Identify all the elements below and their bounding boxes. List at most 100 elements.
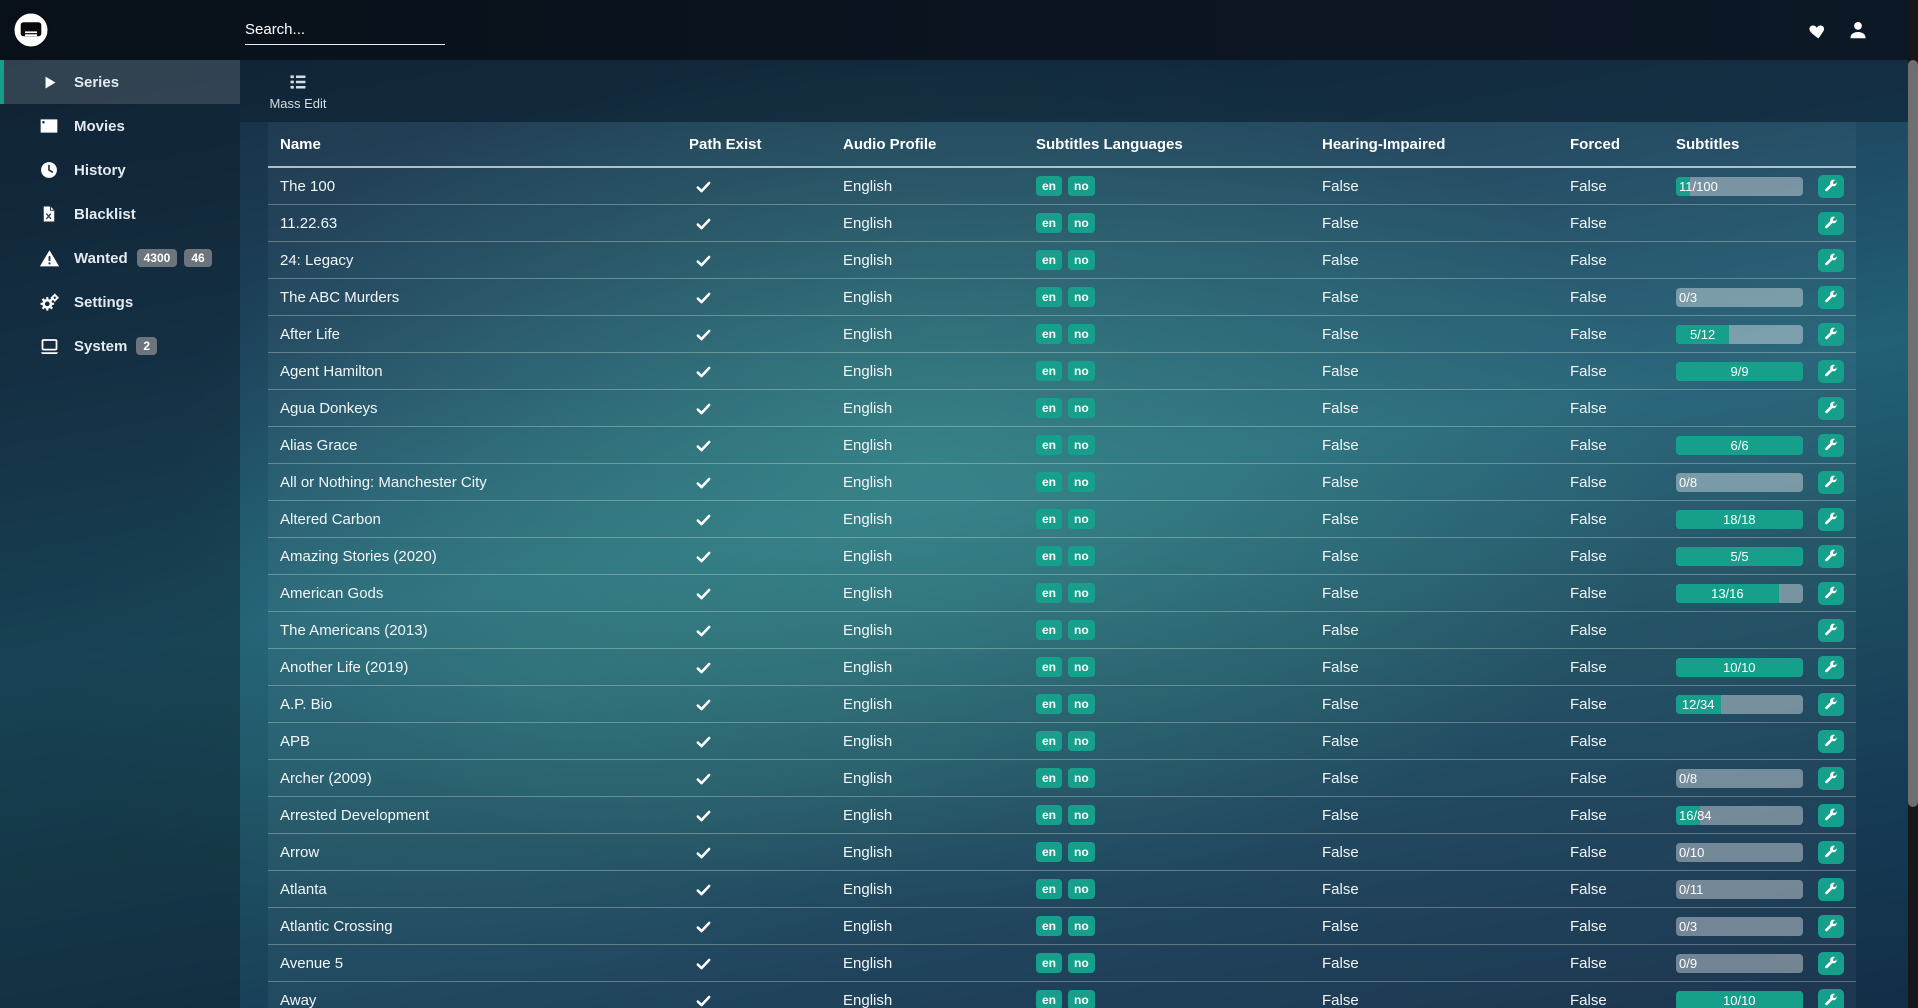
main-content: Mass Edit Name Path Exist Audio Profile Sub… bbox=[240, 60, 1918, 1008]
heart-icon[interactable] bbox=[1806, 18, 1830, 42]
edit-series-button[interactable] bbox=[1818, 470, 1844, 494]
edit-series-button[interactable] bbox=[1818, 174, 1844, 198]
series-name-link[interactable]: Agent Hamilton bbox=[280, 363, 383, 380]
series-name-link[interactable]: Alias Grace bbox=[280, 437, 358, 454]
edit-series-button[interactable] bbox=[1818, 914, 1844, 938]
sidebar-item-wanted[interactable]: Wanted 4300 46 bbox=[0, 236, 240, 280]
search-input[interactable] bbox=[245, 15, 445, 45]
edit-series-button[interactable] bbox=[1818, 285, 1844, 309]
table-row[interactable]: Arrow English en no False False 0/10 bbox=[268, 834, 1856, 871]
edit-series-button[interactable] bbox=[1818, 729, 1844, 753]
series-name-cell: Away bbox=[268, 992, 689, 1008]
clock-icon bbox=[38, 159, 60, 181]
series-name-link[interactable]: Away bbox=[280, 992, 316, 1008]
series-name-cell: After Life bbox=[268, 326, 689, 343]
edit-series-button[interactable] bbox=[1818, 581, 1844, 605]
scrollbar-thumb[interactable] bbox=[1908, 60, 1918, 807]
path-exist-cell bbox=[689, 659, 843, 676]
series-name-link[interactable]: Agua Donkeys bbox=[280, 400, 378, 417]
series-name-link[interactable]: Archer (2009) bbox=[280, 770, 372, 787]
table-row[interactable]: APB English en no False False bbox=[268, 723, 1856, 760]
series-name-link[interactable]: Avenue 5 bbox=[280, 955, 343, 972]
series-name-link[interactable]: After Life bbox=[280, 326, 340, 343]
series-name-link[interactable]: The Americans (2013) bbox=[280, 622, 428, 639]
sidebar-item-movies[interactable]: Movies bbox=[0, 104, 240, 148]
edit-series-button[interactable] bbox=[1818, 618, 1844, 642]
table-row[interactable]: American Gods English en no False False 13/16 bbox=[268, 575, 1856, 612]
edit-series-button[interactable] bbox=[1818, 248, 1844, 272]
table-row[interactable]: All or Nothing: Manchester City English en… bbox=[268, 464, 1856, 501]
series-name-link[interactable]: The ABC Murders bbox=[280, 289, 399, 306]
table-row[interactable]: Atlantic Crossing English en no False False 0/… bbox=[268, 908, 1856, 945]
table-row[interactable]: Atlanta English en no False False 0/11 bbox=[268, 871, 1856, 908]
table-row[interactable]: After Life English en no False False 5/12 bbox=[268, 316, 1856, 353]
table-row[interactable]: 11.22.63 English en no False False bbox=[268, 205, 1856, 242]
edit-series-button[interactable] bbox=[1818, 951, 1844, 975]
sidebar-item-system[interactable]: System 2 bbox=[0, 324, 240, 368]
path-exist-cell bbox=[689, 252, 843, 269]
table-row[interactable]: The ABC Murders English en no False False 0/3 bbox=[268, 279, 1856, 316]
sidebar-item-settings[interactable]: Settings bbox=[0, 280, 240, 324]
series-name-link[interactable]: American Gods bbox=[280, 585, 383, 602]
series-name-link[interactable]: 11.22.63 bbox=[280, 215, 337, 232]
table-row[interactable]: Altered Carbon English en no False False 18/18 bbox=[268, 501, 1856, 538]
series-name-link[interactable]: Amazing Stories (2020) bbox=[280, 548, 437, 565]
series-name-link[interactable]: A.P. Bio bbox=[280, 696, 332, 713]
edit-series-button[interactable] bbox=[1818, 322, 1844, 346]
progress-label: 10/10 bbox=[1723, 659, 1756, 675]
edit-series-button[interactable] bbox=[1818, 507, 1844, 531]
series-name-link[interactable]: 24: Legacy bbox=[280, 252, 353, 269]
bazarr-logo-icon[interactable] bbox=[13, 12, 49, 48]
path-exist-cell bbox=[689, 585, 843, 602]
series-name-link[interactable]: Atlanta bbox=[280, 881, 327, 898]
series-name-link[interactable]: Altered Carbon bbox=[280, 511, 381, 528]
actions-cell bbox=[1812, 433, 1856, 457]
forced-cell: False bbox=[1570, 399, 1607, 417]
table-row[interactable]: 24: Legacy English en no False False bbox=[268, 242, 1856, 279]
subtitles-progress-bar: 5/5 bbox=[1676, 546, 1803, 566]
table-row[interactable]: Agent Hamilton English en no False False 9/9 bbox=[268, 353, 1856, 390]
sidebar-item-blacklist[interactable]: Blacklist bbox=[0, 192, 240, 236]
table-row[interactable]: The Americans (2013) English en no False Fals… bbox=[268, 612, 1856, 649]
hearing-impaired-cell: False bbox=[1322, 288, 1359, 306]
table-row[interactable]: Away English en no False False 10/10 bbox=[268, 982, 1856, 1008]
table-row[interactable]: Alias Grace English en no False False 6/6 bbox=[268, 427, 1856, 464]
series-name-link[interactable]: Atlantic Crossing bbox=[280, 918, 393, 935]
table-row[interactable]: The 100 English en no False False 11/100 bbox=[268, 168, 1856, 205]
edit-series-button[interactable] bbox=[1818, 840, 1844, 864]
progress-label: 11/100 bbox=[1679, 178, 1718, 194]
table-row[interactable]: Amazing Stories (2020) English en no False Fa… bbox=[268, 538, 1856, 575]
check-icon bbox=[695, 511, 712, 528]
series-name-link[interactable]: All or Nothing: Manchester City bbox=[280, 474, 487, 491]
sidebar-item-label: Wanted bbox=[74, 249, 128, 267]
mass-edit-button[interactable]: Mass Edit bbox=[266, 65, 330, 117]
table-row[interactable]: Avenue 5 English en no False False 0/9 bbox=[268, 945, 1856, 982]
table-row[interactable]: Another Life (2019) English en no False False… bbox=[268, 649, 1856, 686]
check-icon bbox=[695, 252, 712, 269]
edit-series-button[interactable] bbox=[1818, 988, 1844, 1008]
edit-series-button[interactable] bbox=[1818, 544, 1844, 568]
edit-series-button[interactable] bbox=[1818, 359, 1844, 383]
table-row[interactable]: Agua Donkeys English en no False False bbox=[268, 390, 1856, 427]
series-name-link[interactable]: Arrow bbox=[280, 844, 319, 861]
series-name-link[interactable]: APB bbox=[280, 733, 310, 750]
edit-series-button[interactable] bbox=[1818, 211, 1844, 235]
table-row[interactable]: Archer (2009) English en no False False 0/8 bbox=[268, 760, 1856, 797]
edit-series-button[interactable] bbox=[1818, 655, 1844, 679]
scrollbar[interactable] bbox=[1908, 0, 1918, 1008]
sidebar-item-history[interactable]: History bbox=[0, 148, 240, 192]
edit-series-button[interactable] bbox=[1818, 766, 1844, 790]
series-name-link[interactable]: Another Life (2019) bbox=[280, 659, 408, 676]
table-row[interactable]: Arrested Development English en no False Fals… bbox=[268, 797, 1856, 834]
series-name-link[interactable]: The 100 bbox=[280, 178, 335, 195]
series-name-link[interactable]: Arrested Development bbox=[280, 807, 429, 824]
edit-series-button[interactable] bbox=[1818, 396, 1844, 420]
edit-series-button[interactable] bbox=[1818, 433, 1844, 457]
actions-cell bbox=[1812, 951, 1856, 975]
edit-series-button[interactable] bbox=[1818, 803, 1844, 827]
user-icon[interactable] bbox=[1846, 18, 1870, 42]
sidebar-item-series[interactable]: Series bbox=[0, 60, 240, 104]
edit-series-button[interactable] bbox=[1818, 877, 1844, 901]
edit-series-button[interactable] bbox=[1818, 692, 1844, 716]
table-row[interactable]: A.P. Bio English en no False False 12/34 bbox=[268, 686, 1856, 723]
